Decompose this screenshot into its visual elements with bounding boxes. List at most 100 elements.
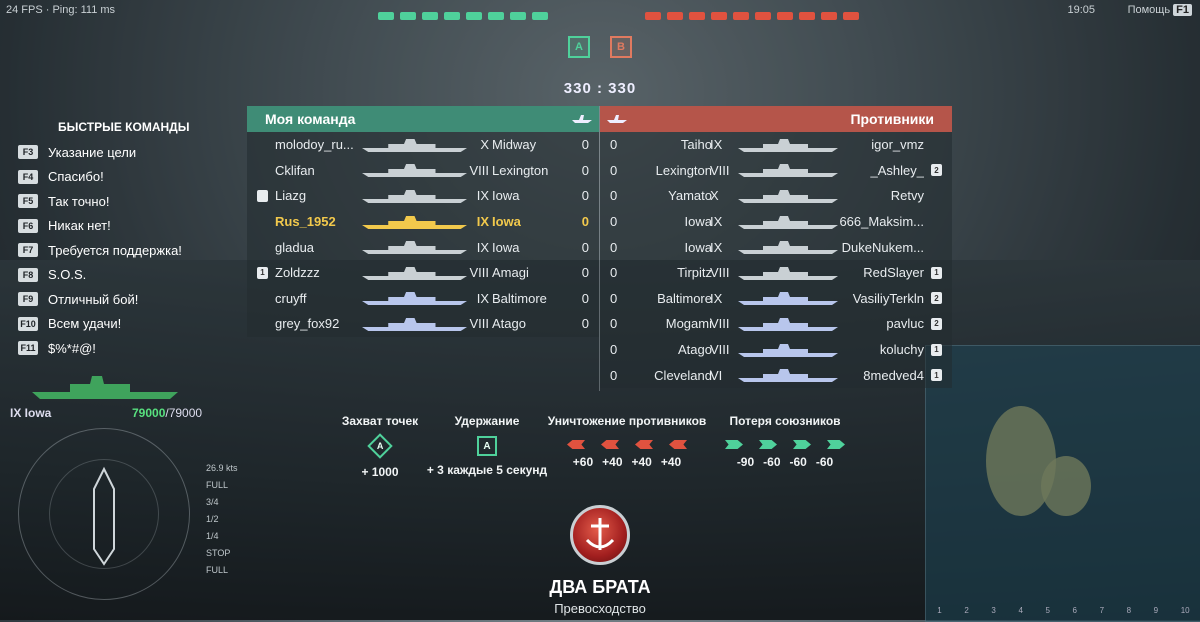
player-name: gladua (275, 239, 315, 255)
ship-silhouette-icon (738, 343, 838, 357)
player-name: 8medved4 (863, 367, 924, 383)
quick-commands-title: БЫСТРЫЕ КОМАНДЫ (58, 120, 190, 134)
quick-command-label: Так точно! (48, 193, 110, 209)
ship-name: Iowa (684, 214, 712, 230)
speed-level: 1/4 (206, 531, 219, 541)
cap-point-enemy: B (610, 36, 632, 58)
player-row[interactable]: Cklifan VIII Lexington 0 (247, 158, 599, 184)
player-row-self[interactable]: Rus_1952 IX Iowa 0 (247, 209, 599, 235)
loss-arrow-icon (759, 440, 777, 449)
quick-command-item[interactable]: F8 S.O.S. (18, 263, 189, 288)
clock: 19:05 (1067, 4, 1095, 16)
ship-silhouette-icon (738, 241, 838, 255)
player-name: Retvy (890, 188, 924, 204)
quick-command-item[interactable]: F6 Никак нет! (18, 214, 189, 239)
quick-command-item[interactable]: F11 $%*#@! (18, 336, 189, 361)
player-row[interactable]: 0 Tirpitz VIII RedSlayer 1 (600, 260, 952, 286)
quick-command-key: F10 (18, 316, 38, 331)
player-row[interactable]: Liazg IX Iowa 0 (247, 183, 599, 209)
rank-badge: 2 (931, 292, 942, 305)
ship-name: Lexington (492, 162, 549, 178)
player-row[interactable]: 0 Taiho IX igor_vmz (600, 132, 952, 158)
loss-arrow-icon (725, 440, 743, 449)
player-row[interactable]: grey_fox92 VIII Atago 0 (247, 311, 599, 337)
quick-command-key: F6 (18, 218, 38, 233)
player-row[interactable]: 0 Atago VIII koluchy 1 (600, 337, 952, 363)
ship-silhouette-icon (738, 164, 838, 178)
scoring-rules: Захват точек A + 1000 Удержание A + 3 ка… (330, 414, 870, 484)
rank-badge: 1 (931, 369, 942, 382)
player-row[interactable]: 0 Yamato X Retvy (600, 183, 952, 209)
quick-command-item[interactable]: F9 Отличный бой! (18, 287, 189, 312)
player-row[interactable]: 0 Baltimore IX VasiliyTerkln 2 (600, 286, 952, 312)
team-divider (599, 106, 600, 391)
ship-silhouette-icon (738, 266, 838, 280)
my-team-header: Моя команда (247, 106, 599, 132)
frag-count: 0 (610, 316, 618, 332)
player-row[interactable]: 0 Mogami VIII pavluc 2 (600, 311, 952, 337)
frag-count: 0 (581, 188, 589, 204)
quick-command-label: Никак нет! (48, 218, 111, 234)
minimap-island (1041, 456, 1091, 516)
ship-tier: VIII (710, 316, 730, 332)
kill-arrow-icon (669, 440, 687, 449)
ship-name: Midway (492, 137, 537, 153)
player-row[interactable]: 0 Cleveland VI 8medved4 1 (600, 362, 952, 388)
speed-level: 3/4 (206, 497, 219, 507)
rule-hold: Удержание A + 3 каждые 5 секунд (422, 414, 552, 477)
player-row[interactable]: cruyff IX Baltimore 0 (247, 286, 599, 312)
quick-command-item[interactable]: F3 Указание цели (18, 140, 189, 165)
speed-level: FULL (206, 480, 229, 490)
player-name: igor_vmz (871, 137, 924, 153)
rank-badge: 2 (931, 164, 942, 177)
player-row[interactable]: gladua IX Iowa 0 (247, 234, 599, 260)
ship-name: Yamato (668, 188, 712, 204)
player-hp: 79000/79000 (132, 406, 202, 420)
ship-name: Amagi (492, 265, 529, 281)
quick-command-label: Требуется поддержка! (48, 242, 182, 258)
player-row[interactable]: 0 Lexington VIII _Ashley_ 2 (600, 158, 952, 184)
ship-name: Mogami (665, 316, 712, 332)
quick-command-key: F5 (18, 194, 38, 209)
player-ship-icon (32, 376, 178, 399)
player-row[interactable]: 0 Iowa IX 666_Maksim... (600, 209, 952, 235)
player-row[interactable]: 1 Zoldzzz VIII Amagi 0 (247, 260, 599, 286)
quick-command-label: Всем удачи! (48, 316, 122, 332)
quick-command-key: F4 (18, 169, 38, 184)
hp-current: 79000 (132, 406, 166, 420)
frag-count: 0 (581, 265, 589, 281)
loss-value: -60 (789, 455, 807, 469)
ship-name: Iowa (684, 239, 712, 255)
ship-silhouette-icon (362, 164, 467, 178)
quick-command-key: F11 (18, 341, 38, 356)
kill-value: +40 (660, 455, 682, 469)
kill-icons (547, 440, 707, 449)
frag-count: 0 (610, 137, 618, 153)
ally-ships-indicator (378, 12, 548, 20)
quick-command-item[interactable]: F10 Всем удачи! (18, 312, 189, 337)
help-hint[interactable]: Помощь F1 (1128, 4, 1192, 16)
quick-command-label: S.O.S. (48, 267, 87, 283)
player-name: Liazg (275, 188, 307, 204)
player-name: Zoldzzz (275, 265, 320, 281)
ship-name: Baltimore (657, 290, 712, 306)
ship-silhouette-icon (362, 266, 467, 280)
ship-silhouette-icon (362, 189, 467, 203)
quick-command-item[interactable]: F4 Спасибо! (18, 165, 189, 190)
ship-compass (18, 428, 190, 600)
frag-count: 0 (581, 162, 589, 178)
rank-badge: 1 (931, 343, 942, 356)
ship-tier: VIII (469, 162, 489, 178)
ship-name: Tirpitz (677, 265, 712, 281)
ship-silhouette-icon (738, 138, 838, 152)
loss-value: -60 (815, 455, 834, 469)
rank-badge: 1 (931, 266, 942, 279)
player-name: grey_fox92 (275, 316, 340, 332)
frag-count: 0 (581, 290, 589, 306)
player-row[interactable]: 0 Iowa IX DukeNukem... (600, 234, 952, 260)
player-name: VasiliyTerkln (852, 290, 924, 306)
quick-command-item[interactable]: F7 Требуется поддержка! (18, 238, 189, 263)
ship-silhouette-icon (362, 292, 467, 306)
player-row[interactable]: molodoy_ru... X Midway 0 (247, 132, 599, 158)
quick-command-item[interactable]: F5 Так точно! (18, 189, 189, 214)
